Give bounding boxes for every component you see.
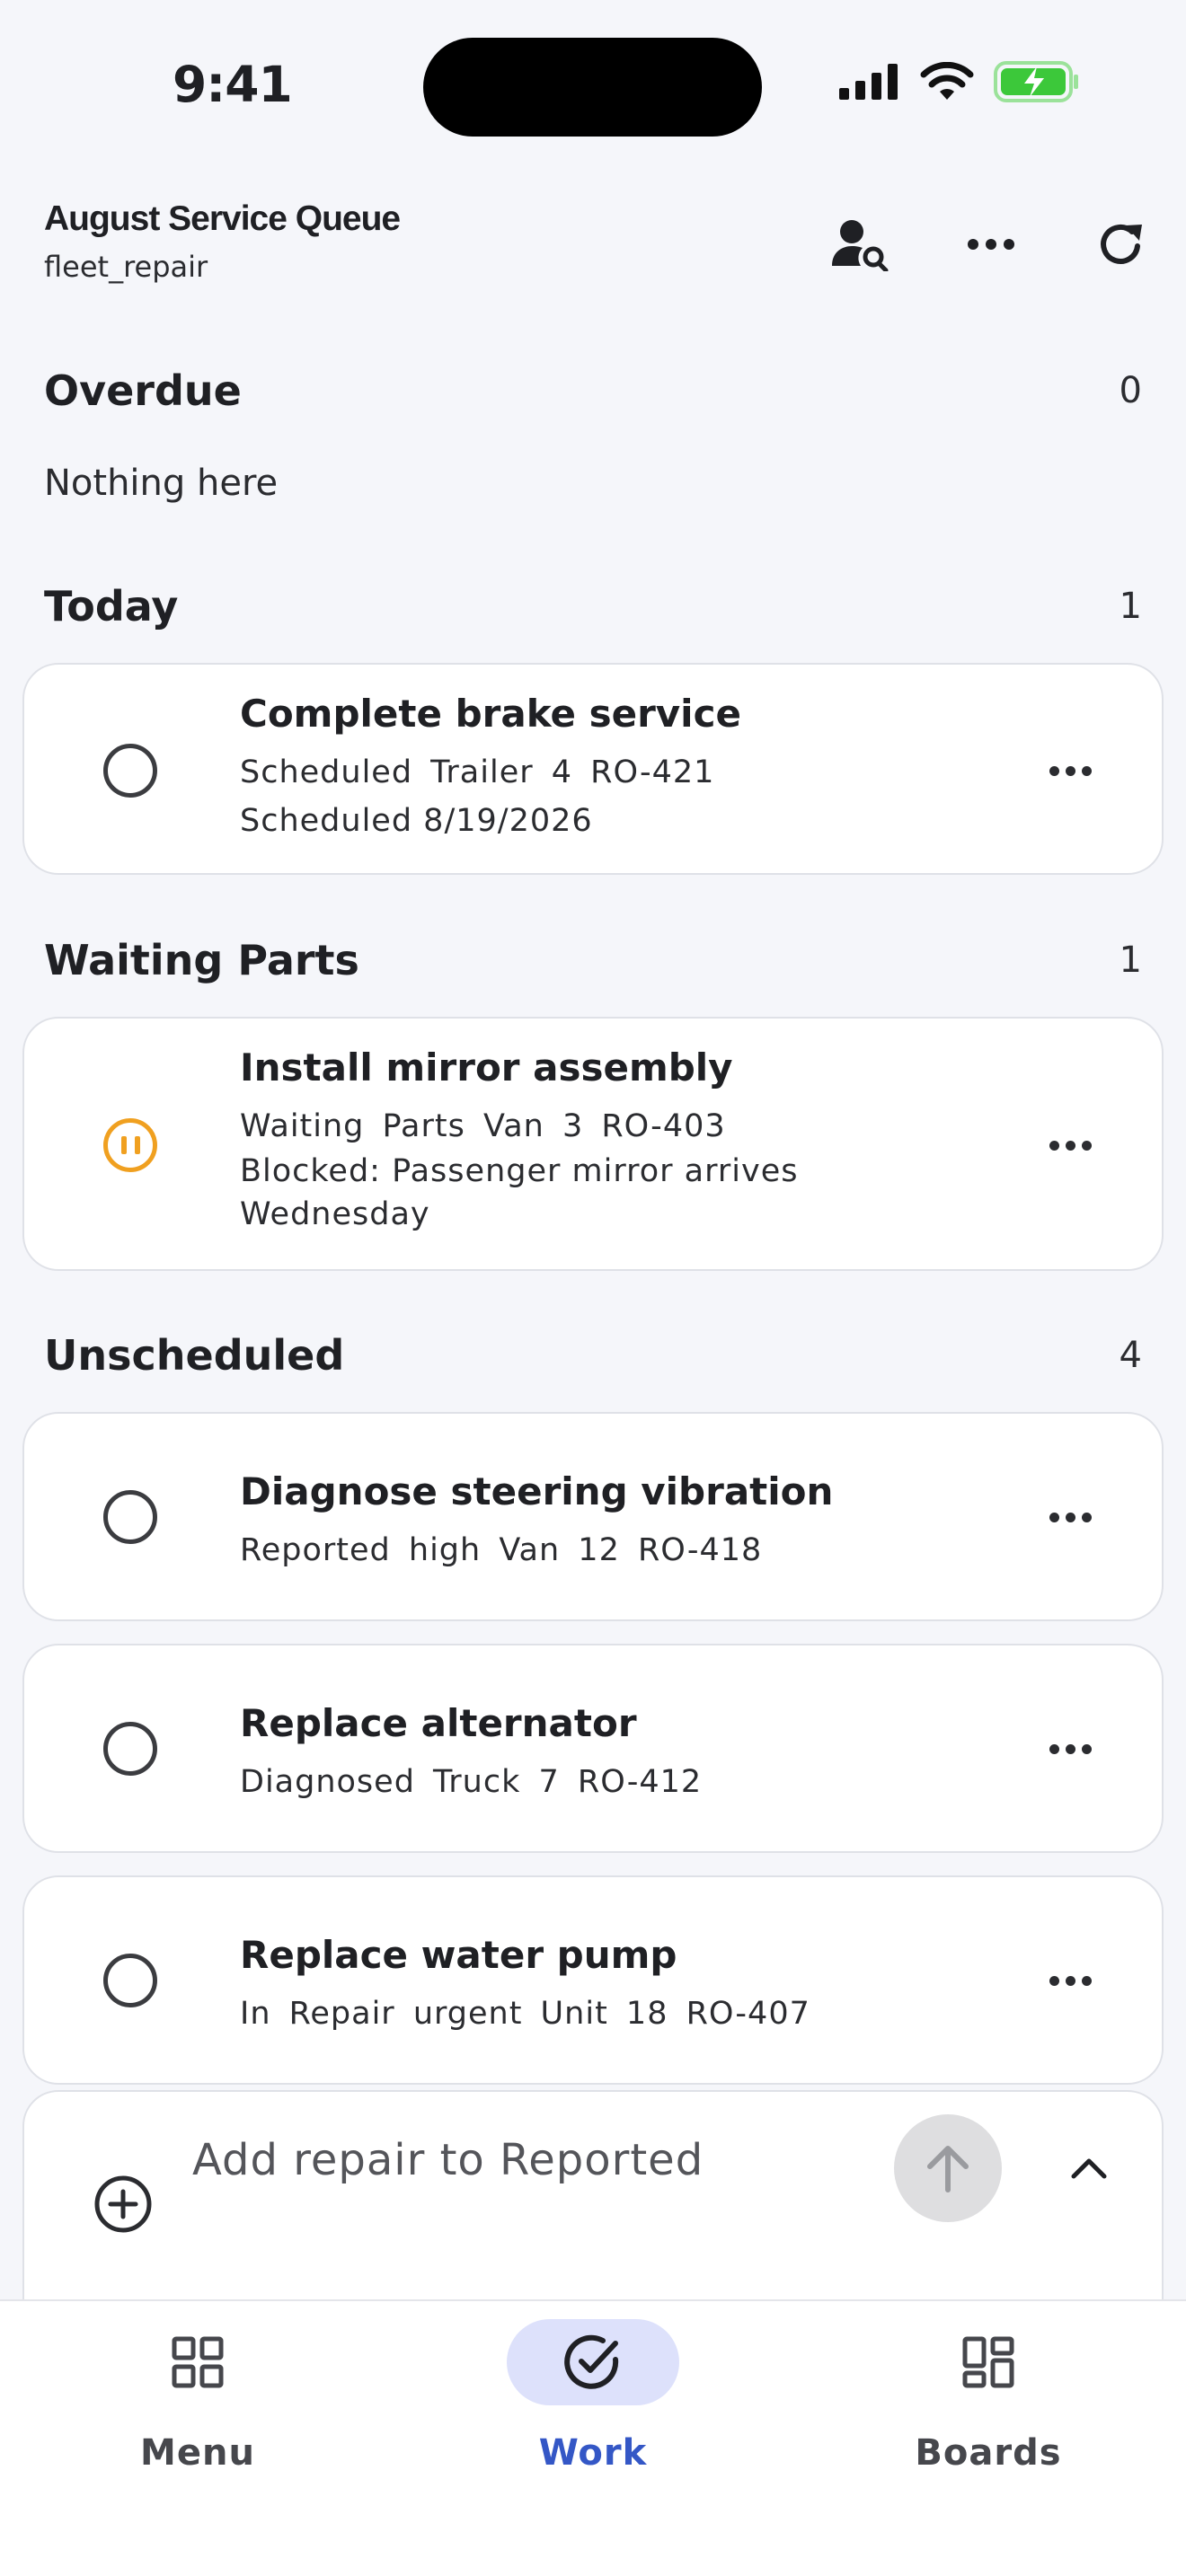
dot xyxy=(1065,1140,1075,1151)
task-complete-checkbox[interactable] xyxy=(103,744,157,798)
nav-label: Menu xyxy=(140,2432,255,2474)
task-more-button[interactable] xyxy=(1043,1118,1097,1172)
task-meta: In Repair urgent Unit 18 RO-407 xyxy=(240,1996,810,2032)
status-icons xyxy=(839,61,1080,102)
section-title: Waiting Parts xyxy=(44,936,359,984)
task-note: Scheduled 8/19/2026 xyxy=(240,803,593,839)
section-header-overdue: Overdue 0 xyxy=(44,366,1142,415)
task-card[interactable]: Replace water pump In Repair urgent Unit… xyxy=(22,1875,1164,2085)
task-card[interactable]: Complete brake service Scheduled Trailer… xyxy=(22,663,1164,875)
task-card[interactable]: Install mirror assembly Waiting Parts Va… xyxy=(22,1017,1164,1271)
task-title: Replace alternator xyxy=(240,1701,637,1745)
nav-item-boards[interactable]: Boards xyxy=(854,2319,1123,2474)
nav-icon-container xyxy=(111,2319,284,2405)
task-title: Diagnose steering vibration xyxy=(240,1469,834,1513)
task-complete-checkbox[interactable] xyxy=(103,1722,157,1776)
grid-icon xyxy=(172,2336,224,2388)
dot xyxy=(1049,765,1059,776)
expand-composer-button[interactable] xyxy=(1058,2137,1120,2200)
nav-label: Boards xyxy=(915,2432,1062,2474)
dot xyxy=(1081,1743,1092,1754)
battery-charging-icon xyxy=(994,61,1078,102)
status-time: 9:41 xyxy=(173,56,293,113)
dot xyxy=(1065,765,1075,776)
dot xyxy=(1081,1140,1092,1151)
assignee-filter-button[interactable] xyxy=(824,208,896,280)
task-complete-checkbox[interactable] xyxy=(103,1954,157,2007)
dot xyxy=(1049,1975,1059,1986)
task-title: Install mirror assembly xyxy=(240,1045,733,1090)
task-meta: Reported high Van 12 RO-418 xyxy=(240,1532,763,1568)
task-more-button[interactable] xyxy=(1043,1954,1097,2007)
page-subtitle: fleet_repair xyxy=(44,250,208,284)
arrow-up-icon xyxy=(927,2146,969,2192)
add-repair-input[interactable] xyxy=(192,2135,875,2185)
nav-item-work[interactable]: Work xyxy=(458,2319,728,2474)
task-meta: Diagnosed Truck 7 RO-412 xyxy=(240,1764,703,1800)
plus-circle-icon xyxy=(94,2175,152,2233)
section-count: 4 xyxy=(1119,1335,1142,1376)
section-count: 0 xyxy=(1119,370,1142,411)
dashboard-icon xyxy=(962,2336,1014,2388)
check-circle-icon xyxy=(564,2334,619,2389)
app-root: 9:41 August Service Queue fleet_repair O… xyxy=(0,0,1186,2576)
section-header-waiting-parts: Waiting Parts 1 xyxy=(44,936,1142,984)
task-card[interactable]: Replace alternator Diagnosed Truck 7 RO-… xyxy=(22,1644,1164,1853)
chevron-up-icon xyxy=(1071,2158,1107,2179)
task-more-button[interactable] xyxy=(1043,744,1097,798)
pause-status-icon[interactable] xyxy=(103,1118,157,1172)
task-complete-checkbox[interactable] xyxy=(103,1490,157,1544)
dot xyxy=(1065,1512,1075,1522)
section-count: 1 xyxy=(1119,940,1142,981)
person-search-icon xyxy=(832,220,889,271)
dot xyxy=(1081,1512,1092,1522)
dot xyxy=(1049,1743,1059,1754)
task-title: Replace water pump xyxy=(240,1933,677,1977)
more-horizontal-icon xyxy=(968,239,1014,250)
dot xyxy=(1065,1743,1075,1754)
section-header-today: Today 1 xyxy=(44,582,1142,631)
cellular-signal-icon xyxy=(839,64,898,100)
nav-icon-container xyxy=(902,2319,1075,2405)
section-count: 1 xyxy=(1119,586,1142,627)
task-more-button[interactable] xyxy=(1043,1722,1097,1776)
section-title: Overdue xyxy=(44,366,242,415)
section-header-unscheduled: Unscheduled 4 xyxy=(44,1331,1142,1380)
dot xyxy=(1049,1140,1059,1151)
more-options-button[interactable] xyxy=(955,208,1027,280)
dot xyxy=(1081,1975,1092,1986)
refresh-button[interactable] xyxy=(1085,208,1157,280)
add-attachment-button[interactable] xyxy=(87,2168,159,2240)
section-title: Today xyxy=(44,582,179,631)
dot xyxy=(1081,765,1092,776)
bottom-navigation: Menu Work Boards xyxy=(0,2299,1186,2576)
task-meta: Waiting Parts Van 3 RO-403 xyxy=(240,1108,726,1144)
task-card[interactable]: Diagnose steering vibration Reported hig… xyxy=(22,1412,1164,1621)
dot xyxy=(1049,1512,1059,1522)
refresh-icon xyxy=(1101,224,1142,264)
nav-item-menu[interactable]: Menu xyxy=(63,2319,332,2474)
wifi-icon xyxy=(920,62,974,100)
nav-icon-container xyxy=(507,2319,679,2405)
empty-state-text: Nothing here xyxy=(44,463,279,504)
dynamic-island xyxy=(423,38,762,137)
dot xyxy=(1065,1975,1075,1986)
task-meta: Scheduled Trailer 4 RO-421 xyxy=(240,754,715,790)
task-title: Complete brake service xyxy=(240,692,741,736)
section-title: Unscheduled xyxy=(44,1331,345,1380)
nav-label: Work xyxy=(538,2432,648,2474)
send-button[interactable] xyxy=(894,2114,1002,2222)
task-more-button[interactable] xyxy=(1043,1490,1097,1544)
page-title: August Service Queue xyxy=(44,199,401,238)
task-note: Blocked: Passenger mirror arrives Wednes… xyxy=(240,1153,799,1232)
